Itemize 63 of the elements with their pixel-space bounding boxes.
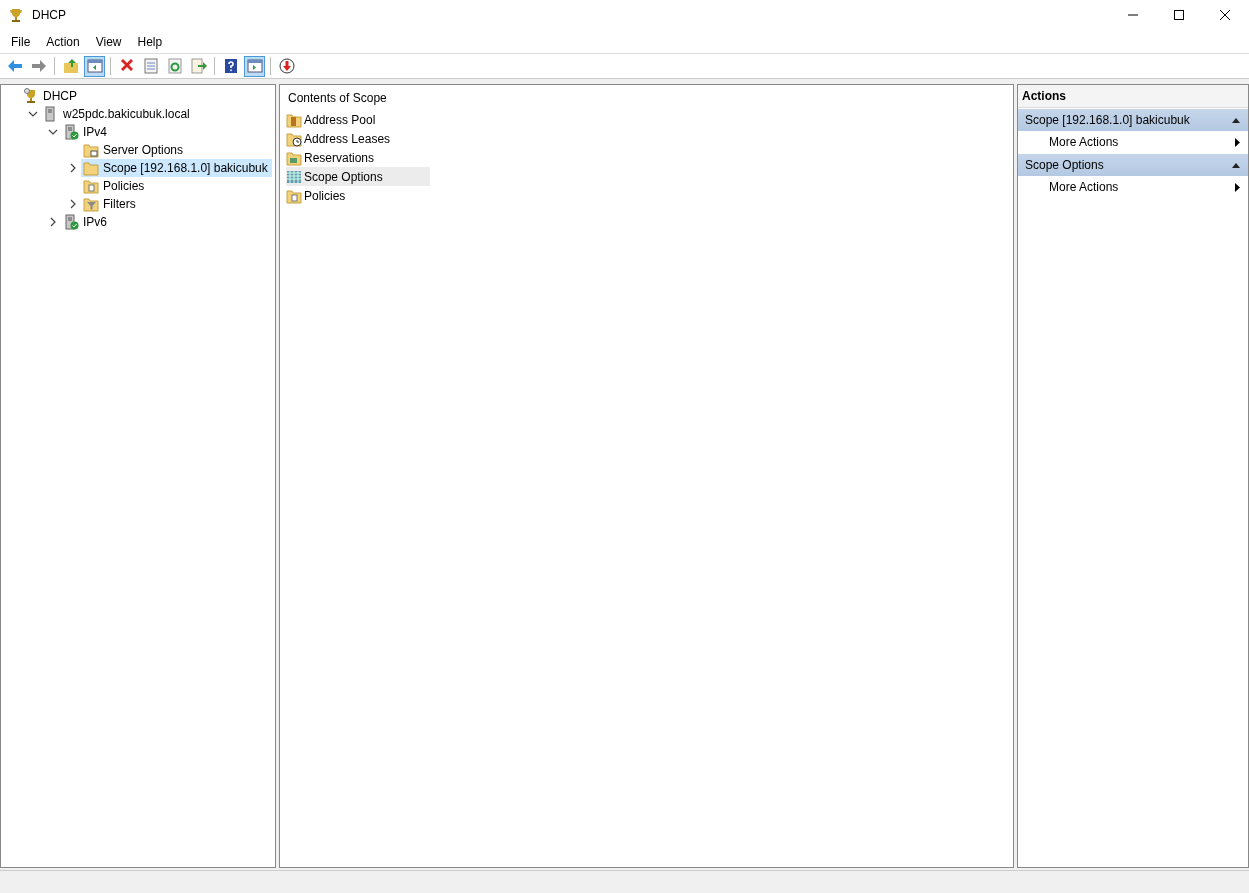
folder-options-icon	[83, 142, 99, 158]
toolbar-button[interactable]	[276, 55, 297, 77]
expand-chevron-icon[interactable]	[68, 163, 78, 173]
list-item[interactable]: Reservations	[286, 148, 430, 167]
tree-item[interactable]: IPv6	[61, 213, 111, 231]
folder-policy-icon	[83, 178, 99, 194]
tree-item[interactable]: DHCP	[21, 87, 81, 105]
toolbar-button[interactable]	[188, 55, 209, 77]
submenu-arrow-icon	[1235, 137, 1240, 147]
toolbar-button[interactable]	[244, 55, 265, 77]
console-tree-icon	[86, 58, 103, 74]
folder-clock-icon	[286, 130, 302, 147]
action-section-header[interactable]: Scope Options	[1018, 154, 1248, 176]
folder-up-icon	[62, 58, 79, 74]
list-item[interactable]: Scope Options	[286, 167, 430, 186]
section-title: Scope Options	[1025, 158, 1104, 172]
properties-icon	[142, 58, 159, 74]
folder-policy-icon	[286, 187, 302, 204]
forward-arrow-icon	[30, 58, 47, 74]
folder-pool-icon	[286, 111, 302, 128]
server-check-icon	[63, 124, 79, 140]
expand-chevron-icon[interactable]	[48, 217, 58, 227]
server-check-icon	[63, 214, 79, 230]
menu-item[interactable]: File	[4, 32, 38, 51]
menu-item[interactable]: Help	[130, 32, 170, 51]
tree-item[interactable]: Server Options	[81, 141, 188, 159]
refresh-icon	[166, 58, 183, 74]
folder-filter-icon	[83, 196, 99, 212]
list-item[interactable]: Address Leases	[286, 129, 430, 148]
folder-icon	[83, 160, 99, 176]
tree-item[interactable]: w25pdc.bakicubuk.local	[41, 105, 194, 123]
action-pane-icon	[246, 58, 263, 74]
maximize-icon[interactable]	[1173, 9, 1185, 21]
pane-header: Contents of Scope	[287, 90, 388, 107]
window-title: DHCP	[32, 8, 66, 22]
menu-item[interactable]: View	[88, 32, 129, 51]
section-title: Scope [192.168.1.0] bakicubuk	[1025, 113, 1190, 127]
folder-grid-icon	[286, 149, 302, 166]
list-item[interactable]: Policies	[286, 186, 430, 205]
collapse-triangle-icon[interactable]	[1232, 162, 1240, 168]
action-link[interactable]: More Actions	[1018, 131, 1248, 153]
tree-item[interactable]: Filters	[81, 195, 140, 213]
tree-item[interactable]: Scope [192.168.1.0] bakicubuk	[81, 159, 272, 177]
tree-item[interactable]: IPv4	[61, 123, 111, 141]
menu-item[interactable]: Action	[39, 32, 87, 51]
action-section-header[interactable]: Scope [192.168.1.0] bakicubuk	[1018, 109, 1248, 131]
list-item[interactable]: Address Pool	[286, 110, 430, 129]
close-icon[interactable]	[1219, 9, 1231, 21]
trophy-icon	[8, 7, 24, 23]
expand-chevron-icon[interactable]	[68, 199, 78, 209]
tree-item[interactable]: Policies	[81, 177, 149, 195]
collapse-chevron-icon[interactable]	[48, 127, 58, 137]
toolbar-button[interactable]	[84, 55, 105, 77]
checker-icon	[286, 168, 302, 185]
stop-icon	[278, 58, 295, 74]
pane-header: Actions	[1018, 85, 1248, 108]
collapse-triangle-icon[interactable]	[1232, 117, 1240, 123]
back-arrow-icon	[6, 58, 23, 74]
submenu-arrow-icon	[1235, 182, 1240, 192]
export-list-icon	[190, 58, 207, 74]
action-link[interactable]: More Actions	[1018, 176, 1248, 198]
help-icon	[222, 58, 239, 74]
collapse-chevron-icon[interactable]	[28, 109, 38, 119]
